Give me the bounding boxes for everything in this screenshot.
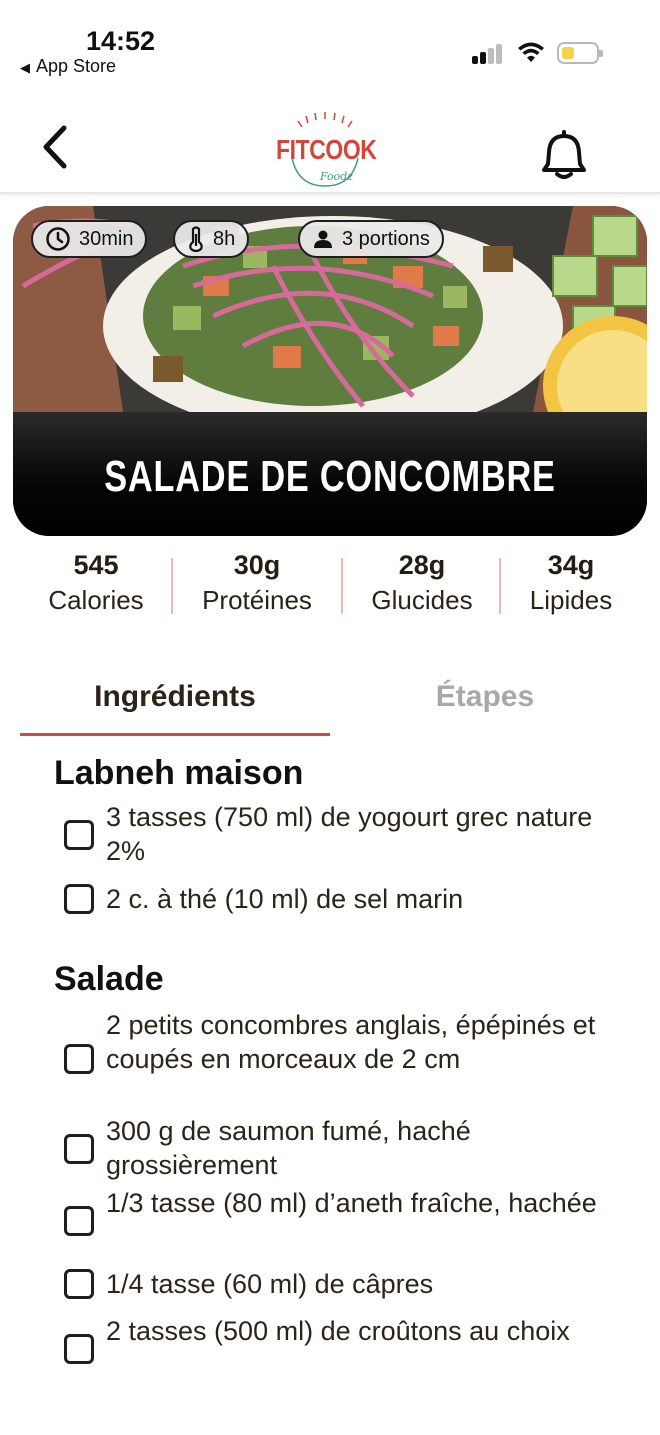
ingredient-item: 2 tasses (500 ml) de croûtons au choix bbox=[64, 1314, 624, 1384]
ingredient-text: 300 g de saumon fumé, haché grossièremen… bbox=[106, 1116, 471, 1180]
fitcook-logo: FITCOOK Foodz bbox=[270, 108, 380, 188]
section-title-salade: Salade bbox=[54, 960, 164, 998]
macro-value: 545 bbox=[73, 550, 119, 580]
macro-calories: 545 Calories bbox=[30, 548, 162, 618]
recipe-hero-card: SALADE DE CONCOMBRE 30min 8h 3 portions bbox=[13, 206, 647, 536]
tab-ingredients[interactable]: Ingrédients bbox=[20, 670, 330, 734]
cellular-signal-icon bbox=[472, 42, 506, 64]
section-title-labneh: Labneh maison bbox=[54, 754, 304, 792]
clock-icon bbox=[46, 227, 70, 251]
macro-value: 34g bbox=[547, 550, 595, 580]
ingredient-checkbox[interactable] bbox=[64, 1334, 94, 1364]
thermometer-icon bbox=[189, 226, 203, 252]
macro-divider bbox=[341, 558, 343, 614]
battery-icon bbox=[557, 42, 603, 64]
ingredient-text: 2 c. à thé (10 ml) de sel marin bbox=[106, 884, 464, 914]
active-tab-indicator bbox=[20, 733, 330, 736]
recipe-title: SALADE DE CONCOMBRE bbox=[104, 452, 556, 501]
status-time: 14:52 bbox=[86, 26, 156, 56]
logo-subtext: Foodz bbox=[320, 170, 354, 183]
tab-steps[interactable]: Étapes bbox=[330, 670, 640, 734]
prep-time-value: 30min bbox=[79, 227, 134, 250]
ingredient-item: 3 tasses (750 ml) de yogourt grec nature… bbox=[64, 800, 624, 870]
ingredient-text: 1/4 tasse (60 ml) de câpres bbox=[106, 1269, 434, 1299]
ingredient-item: 1/3 tasse (80 ml) d’aneth fraîche, haché… bbox=[64, 1186, 624, 1256]
ingredient-item: 300 g de saumon fumé, haché grossièremen… bbox=[64, 1114, 624, 1184]
ingredient-checkbox[interactable] bbox=[64, 1044, 94, 1074]
back-app-label: App Store bbox=[36, 56, 117, 76]
macro-label: Protéines bbox=[202, 585, 312, 615]
back-chevron-icon[interactable] bbox=[36, 122, 76, 172]
logo-text: FITCOOK bbox=[276, 134, 377, 165]
recipe-tabs: Ingrédients Étapes bbox=[20, 670, 640, 740]
macro-label: Lipides bbox=[529, 585, 613, 615]
ingredient-text: 2 petits concombres anglais, épépinés et… bbox=[106, 1010, 596, 1074]
macro-label: Calories bbox=[48, 585, 144, 615]
macro-label: Glucides bbox=[371, 585, 473, 615]
ingredient-item: 1/4 tasse (60 ml) de câpres bbox=[64, 1267, 624, 1303]
ingredient-checkbox[interactable] bbox=[64, 1206, 94, 1236]
ingredient-checkbox[interactable] bbox=[64, 884, 94, 914]
macro-proteins: 30g Protéines bbox=[180, 548, 334, 618]
ingredient-item: 2 c. à thé (10 ml) de sel marin bbox=[64, 882, 624, 918]
person-icon bbox=[314, 230, 332, 248]
prep-time-chip: 30min bbox=[31, 220, 148, 258]
macro-divider bbox=[499, 558, 501, 614]
portions-chip: 3 portions bbox=[298, 220, 444, 258]
ingredient-item: 2 petits concombres anglais, épépinés et… bbox=[64, 1008, 624, 1112]
macro-value: 30g bbox=[233, 550, 281, 580]
rest-time-chip: 8h bbox=[173, 220, 250, 258]
wifi-icon bbox=[518, 42, 544, 62]
ingredient-checkbox[interactable] bbox=[64, 1134, 94, 1164]
back-triangle-icon: ◀ bbox=[20, 60, 30, 75]
rest-time-value: 8h bbox=[213, 227, 236, 250]
status-bar: 14:52 ◀ App Store bbox=[0, 0, 660, 90]
nutrition-summary: 545 Calories 30g Protéines 28g Glucides … bbox=[0, 548, 660, 624]
macro-carbs: 28g Glucides bbox=[352, 548, 492, 618]
ingredient-text: 3 tasses (750 ml) de yogourt grec nature… bbox=[106, 802, 593, 866]
ingredient-checkbox[interactable] bbox=[64, 1269, 94, 1299]
ingredient-text: 1/3 tasse (80 ml) d’aneth fraîche, haché… bbox=[106, 1188, 597, 1218]
top-navigation-bar: FITCOOK Foodz bbox=[0, 100, 660, 194]
portions-value: 3 portions bbox=[342, 227, 430, 250]
ingredient-checkbox[interactable] bbox=[64, 820, 94, 850]
notification-bell-icon[interactable] bbox=[540, 128, 588, 180]
macro-divider bbox=[171, 558, 173, 614]
back-to-app-store-link[interactable]: ◀ App Store bbox=[20, 56, 116, 77]
macro-value: 28g bbox=[398, 550, 446, 580]
macro-lipids: 34g Lipides bbox=[508, 548, 634, 618]
ingredient-text: 2 tasses (500 ml) de croûtons au choix bbox=[106, 1316, 570, 1346]
